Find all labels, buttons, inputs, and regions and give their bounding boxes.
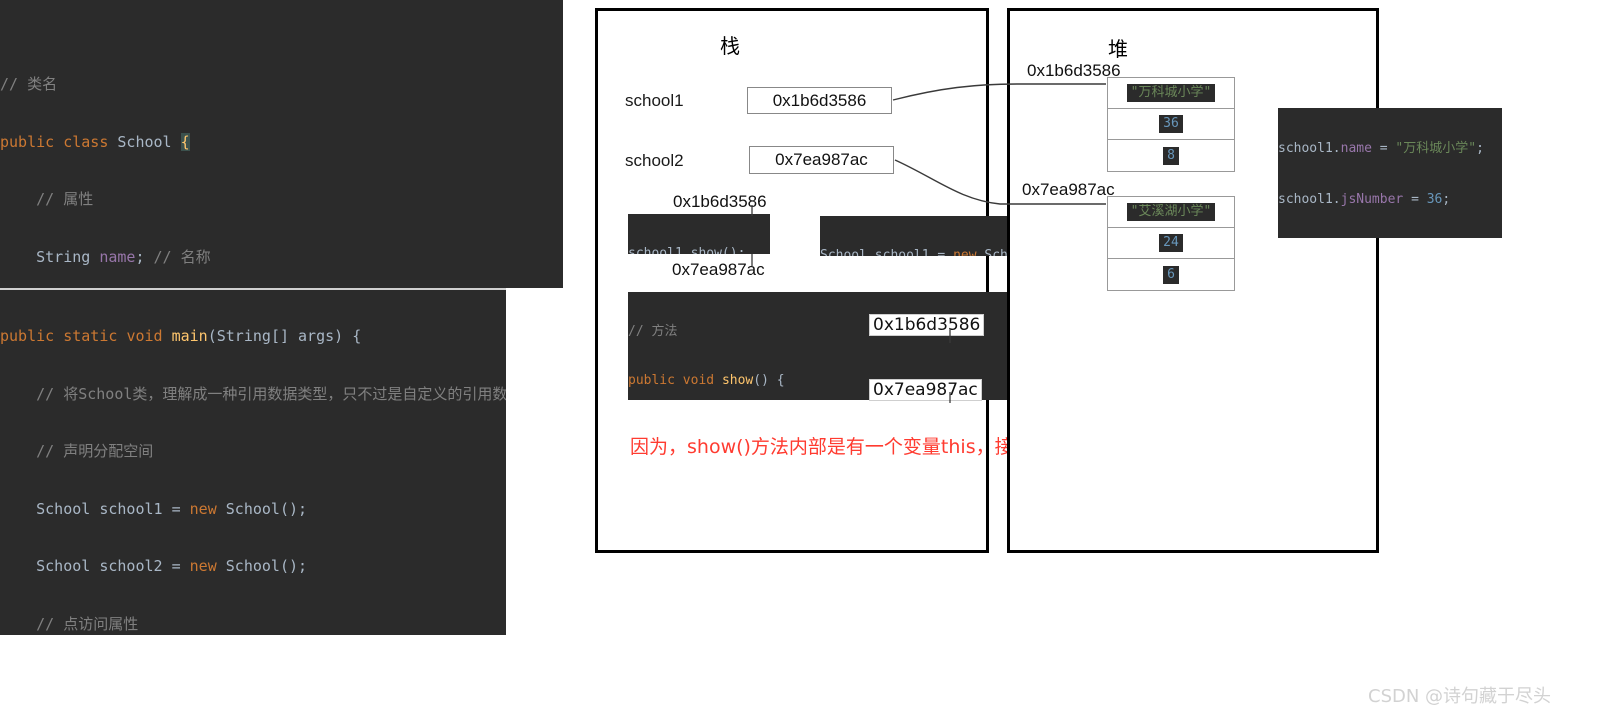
code-line: // 将School类，理解成一种引用数据类型，只不过是自定义的引用数据类型 [0,384,506,403]
code-line: String name; // 名称 [36,247,211,266]
code-line: public class School { [0,132,190,151]
snippet-line: school1.show(); [628,246,746,254]
code-line: // 声明分配空间 [0,442,154,461]
heap-field-value: 6 [1163,265,1179,284]
snippet-line: school1.name = "万科城小学"; [1278,141,1484,156]
heap-object-field: 36 [1108,109,1234,140]
this-value-callout-top: 0x1b6d3586 [869,314,985,336]
field-assignment-snippet: school1.name = "万科城小学"; school1.jsNumber… [1278,108,1502,238]
stack-var-value-school2: 0x7ea987ac [749,146,894,174]
heap-title: 堆 [1108,37,1128,61]
class-code-pane[interactable]: // 类名 public class School { // 属性 String… [0,0,563,288]
heap-field-value: "万科城小学" [1126,84,1216,102]
heap-object-field: "万科城小学" [1108,78,1234,109]
heap-field-value: 36 [1159,115,1183,133]
code-line: public static void main(String[] args) { [0,327,362,345]
heap-object-2: "艾溪湖小学" 24 6 [1107,196,1235,291]
heap-field-value: "艾溪湖小学" [1126,203,1216,221]
code-line: School school2 = new School(); [36,557,308,576]
stack-call-snippet: school1.show(); school2.show(); [628,214,770,254]
heap-object-field: 24 [1108,228,1234,259]
code-line: // 类名 [0,74,563,96]
heap-address-label-2: 0x7ea987ac [1022,180,1115,199]
heap-object-field: "艾溪湖小学" [1108,197,1234,228]
snippet-line: school1.jsNumber = 36; [1278,192,1451,207]
heap-field-value: 24 [1159,234,1183,252]
code-line: // 属性 [0,190,94,209]
heap-object-field: 8 [1108,140,1234,171]
stack-frame-label-top: 0x1b6d3586 [673,192,767,211]
stack-title: 栈 [720,34,740,58]
stack-var-label-school1: school1 [625,91,684,110]
heap-field-value: 8 [1163,146,1179,165]
heap-object-1: "万科城小学" 36 8 [1107,77,1235,172]
this-value-callout-bottom: 0x7ea987ac [869,379,982,401]
csdn-watermark: CSDN @诗句藏于尽头 [1368,686,1552,707]
stack-frame-label-bottom: 0x7ea987ac [672,260,765,279]
heap-object-field: 6 [1108,259,1234,290]
stack-var-value-school1: 0x1b6d3586 [747,87,892,114]
code-line-text: // 类名 [0,75,58,93]
code-line: School school1 = new School(); [36,499,308,518]
stack-var-label-school2: school2 [625,151,684,170]
code-line: // 点访问属性 [0,614,139,633]
main-code-pane[interactable]: public static void main(String[] args) {… [0,288,506,635]
